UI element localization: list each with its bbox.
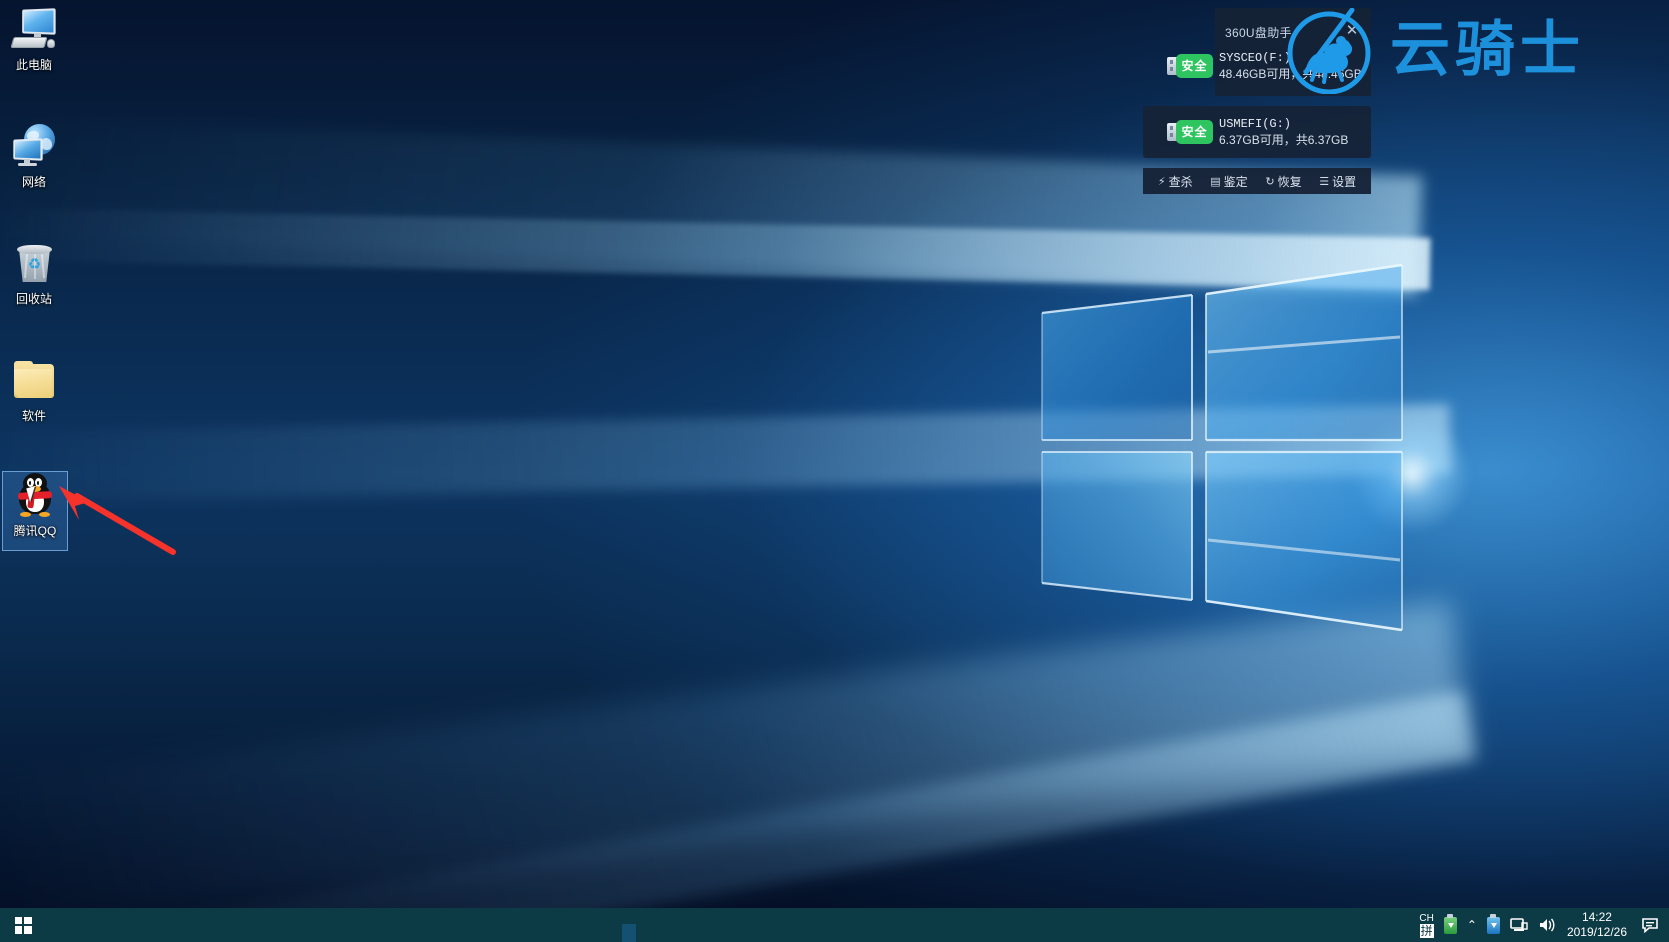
lightning-icon: ⚡ <box>1157 175 1166 188</box>
taskbar-pinned-marker <box>622 924 636 942</box>
qq-penguin-icon <box>11 472 59 520</box>
computer-icon <box>10 6 58 54</box>
chevron-up-icon: ⌃ <box>1466 918 1477 932</box>
desktop-icon-label: 此电脑 <box>15 58 52 72</box>
desktop-icon-software[interactable]: 软件 <box>2 357 66 437</box>
appraise-button[interactable]: ▤ 鉴定 <box>1210 173 1247 190</box>
usb-device-row[interactable]: 安全 SYSCEO(F:) 48.46GB可用，共48.46GB <box>1143 40 1371 92</box>
clock-time: 14:22 <box>1581 910 1612 924</box>
action-center-icon <box>1642 918 1658 933</box>
clock-date: 2019/12/26 <box>1566 925 1627 939</box>
restore-button[interactable]: ↻ 恢复 <box>1265 173 1301 190</box>
desktop-icon-label: 腾讯QQ <box>13 524 57 538</box>
tray-icon-volume[interactable] <box>1533 908 1561 942</box>
taskbar: CH 拼 ⌃ 14:22 2019/12/26 <box>0 908 1669 942</box>
desktop-icon-label: 回收站 <box>15 292 52 306</box>
system-tray: CH 拼 ⌃ 14:22 2019/12/26 <box>1414 908 1669 942</box>
network-icon <box>1510 918 1528 931</box>
desktop-icon-tencent-qq[interactable]: 腾讯QQ <box>2 471 68 551</box>
usb-safely-remove-icon <box>1443 913 1457 934</box>
folder-icon <box>10 357 58 405</box>
desktop-icon-this-pc[interactable]: 此电脑 <box>2 6 66 86</box>
desktop-icon-label: 网络 <box>21 175 46 189</box>
ime-indicator[interactable]: CH 拼 <box>1414 908 1438 942</box>
settings-label: 设置 <box>1332 174 1357 189</box>
usb-device-name: SYSCEO(F:) <box>1219 51 1292 65</box>
ime-mode-label: 拼 <box>1419 923 1434 938</box>
restore-label: 恢复 <box>1277 174 1302 189</box>
usb-device-capacity: 6.37GB可用，共6.37GB <box>1219 133 1349 147</box>
usb-safe-badge-icon: 安全 <box>1167 54 1213 78</box>
usb-device-capacity: 48.46GB可用，共48.46GB <box>1219 67 1362 81</box>
usb-safe-label: 安全 <box>1176 120 1213 144</box>
action-center-button[interactable] <box>1637 908 1663 942</box>
tray-icon-network[interactable] <box>1505 908 1533 942</box>
restore-icon: ↻ <box>1265 175 1275 188</box>
start-button[interactable] <box>0 908 46 942</box>
tray-icon-safely-remove[interactable] <box>1439 908 1462 942</box>
taskbar-clock[interactable]: 14:22 2019/12/26 <box>1561 910 1637 940</box>
settings-button[interactable]: ☰ 设置 <box>1319 173 1356 190</box>
usb-safe-label: 安全 <box>1176 54 1213 78</box>
usb-helper-panel[interactable]: 360U盘助手 ✕ 安全 SYSCEO(F:) 48.46GB可用，共48.46… <box>1143 8 1371 194</box>
ime-language-label: CH <box>1419 912 1434 924</box>
usb-safe-badge-icon: 安全 <box>1167 120 1213 144</box>
usb-device-row[interactable]: 安全 USMEFI(G:) 6.37GB可用，共6.37GB <box>1143 106 1371 158</box>
usb-device-icon <box>1486 913 1500 934</box>
usb-panel-toolbar: ⚡ 查杀 ▤ 鉴定 ↻ 恢复 ☰ 设置 <box>1143 168 1371 194</box>
desktop-icon-label: 软件 <box>21 409 46 423</box>
appraise-label: 鉴定 <box>1223 174 1248 189</box>
appraise-icon: ▤ <box>1210 175 1221 188</box>
scan-label: 查杀 <box>1168 174 1193 189</box>
volume-icon <box>1539 918 1555 932</box>
recycle-bin-icon: ♻ <box>10 240 58 288</box>
windows-logo-icon <box>14 916 32 934</box>
scan-button[interactable]: ⚡ 查杀 <box>1158 173 1193 190</box>
desktop-icon-recycle-bin[interactable]: ♻ 回收站 <box>2 240 66 320</box>
network-globe-icon <box>10 123 58 171</box>
desktop-wallpaper <box>0 0 1669 908</box>
show-hidden-icons-button[interactable]: ⌃ <box>1462 908 1482 942</box>
usb-device-name: USMEFI(G:) <box>1219 117 1292 131</box>
usb-panel-title: 360U盘助手 <box>1225 26 1292 40</box>
desktop-icon-network[interactable]: 网络 <box>2 123 66 203</box>
tray-icon-usb-device[interactable] <box>1482 908 1505 942</box>
settings-icon: ☰ <box>1319 175 1330 188</box>
windows-logo-panes <box>1041 263 1403 632</box>
close-icon[interactable]: ✕ <box>1343 22 1361 40</box>
